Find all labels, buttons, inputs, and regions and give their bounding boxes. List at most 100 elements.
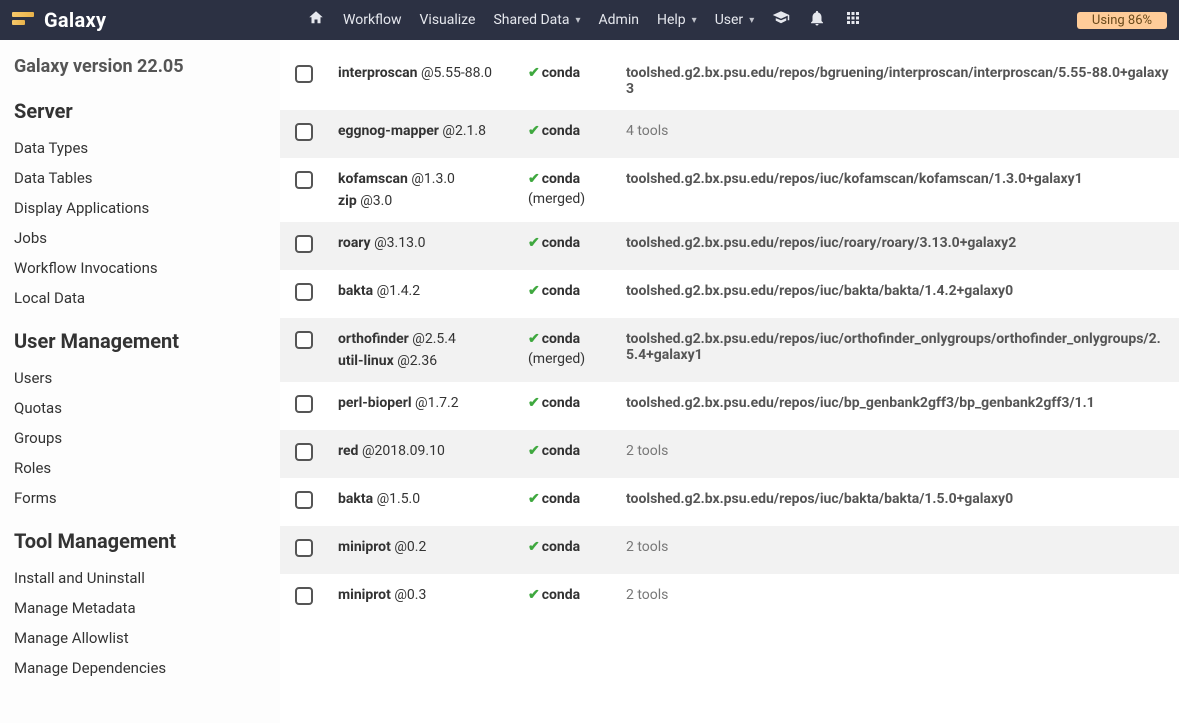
sidebar-item[interactable]: Manage Allowlist: [14, 623, 266, 653]
resolver-cell: ✔conda: [518, 574, 616, 622]
nav-admin[interactable]: Admin: [599, 12, 639, 28]
used-by-cell: toolshed.g2.bx.psu.edu/repos/iuc/bakta/b…: [616, 270, 1179, 318]
brand[interactable]: Galaxy: [12, 8, 307, 32]
table-row: kofamscan @1.3.0zip @3.0✔conda(merged)to…: [280, 158, 1179, 222]
check-icon: ✔: [528, 283, 540, 299]
check-icon: ✔: [528, 331, 540, 347]
check-icon: ✔: [528, 587, 540, 603]
used-by-cell: toolshed.g2.bx.psu.edu/repos/bgruening/i…: [616, 52, 1179, 110]
used-by-cell: toolshed.g2.bx.psu.edu/repos/iuc/bp_genb…: [616, 382, 1179, 430]
nav-links: Workflow Visualize Shared Data Admin Hel…: [307, 9, 1077, 31]
table-row: perl-bioperl @1.7.2✔condatoolshed.g2.bx.…: [280, 382, 1179, 430]
resolver-cell: ✔conda: [518, 382, 616, 430]
row-checkbox[interactable]: [295, 283, 313, 301]
sidebar-item[interactable]: Data Types: [14, 133, 266, 163]
used-by-cell: toolshed.g2.bx.psu.edu/repos/iuc/orthofi…: [616, 318, 1179, 382]
section-header: User Management: [14, 329, 266, 353]
usage-badge[interactable]: Using 86%: [1077, 12, 1167, 29]
used-by-cell: 4 tools: [616, 110, 1179, 158]
row-checkbox[interactable]: [295, 539, 313, 557]
dependency-name: miniprot @0.2: [328, 526, 518, 574]
row-checkbox[interactable]: [295, 123, 313, 141]
topbar: Galaxy Workflow Visualize Shared Data Ad…: [0, 0, 1179, 40]
dependency-name: perl-bioperl @1.7.2: [328, 382, 518, 430]
sidebar-item[interactable]: Groups: [14, 423, 266, 453]
bell-icon[interactable]: [808, 9, 826, 31]
resolver-cell: ✔conda: [518, 478, 616, 526]
row-checkbox[interactable]: [295, 587, 313, 605]
used-by-cell: 2 tools: [616, 574, 1179, 622]
table-row: eggnog-mapper @2.1.8✔conda4 tools: [280, 110, 1179, 158]
section-header: Server: [14, 99, 266, 123]
resolver-cell: ✔conda: [518, 222, 616, 270]
used-by-cell: 2 tools: [616, 526, 1179, 574]
resolver-cell: ✔conda(merged): [518, 158, 616, 222]
check-icon: ✔: [528, 65, 540, 81]
row-checkbox[interactable]: [295, 331, 313, 349]
used-by-cell: toolshed.g2.bx.psu.edu/repos/iuc/roary/r…: [616, 222, 1179, 270]
dependency-name: roary @3.13.0: [328, 222, 518, 270]
section-header: Tool Management: [14, 529, 266, 553]
sidebar-item[interactable]: Quotas: [14, 393, 266, 423]
dependency-name: red @2018.09.10: [328, 430, 518, 478]
sidebar-item[interactable]: Jobs: [14, 223, 266, 253]
resolver-cell: ✔conda: [518, 430, 616, 478]
resolver-cell: ✔conda: [518, 270, 616, 318]
table-row: orthofinder @2.5.4util-linux @2.36✔conda…: [280, 318, 1179, 382]
brand-text: Galaxy: [44, 8, 106, 32]
content: interproscan @5.55-88.0✔condatoolshed.g2…: [280, 40, 1179, 723]
dependency-name: interproscan @5.55-88.0: [328, 52, 518, 110]
table-row: miniprot @0.3✔conda2 tools: [280, 574, 1179, 622]
used-by-cell: 2 tools: [616, 430, 1179, 478]
row-checkbox[interactable]: [295, 491, 313, 509]
nav-shared-data[interactable]: Shared Data: [493, 12, 580, 28]
used-by-cell: toolshed.g2.bx.psu.edu/repos/iuc/kofamsc…: [616, 158, 1179, 222]
sidebar-item[interactable]: Data Tables: [14, 163, 266, 193]
row-checkbox[interactable]: [295, 235, 313, 253]
check-icon: ✔: [528, 491, 540, 507]
resolver-cell: ✔conda: [518, 52, 616, 110]
check-icon: ✔: [528, 171, 540, 187]
topbar-right: Using 86%: [1077, 12, 1167, 29]
graduation-icon[interactable]: [772, 9, 790, 31]
nav-user[interactable]: User: [715, 12, 755, 28]
row-checkbox[interactable]: [295, 65, 313, 83]
dependency-name: eggnog-mapper @2.1.8: [328, 110, 518, 158]
dependency-name: kofamscan @1.3.0zip @3.0: [328, 158, 518, 222]
table-row: red @2018.09.10✔conda2 tools: [280, 430, 1179, 478]
sidebar-item[interactable]: Display Applications: [14, 193, 266, 223]
sidebar-item[interactable]: Roles: [14, 453, 266, 483]
nav-visualize[interactable]: Visualize: [420, 12, 476, 28]
table-row: bakta @1.5.0✔condatoolshed.g2.bx.psu.edu…: [280, 478, 1179, 526]
sidebar-item[interactable]: Forms: [14, 483, 266, 513]
sidebar-item[interactable]: Workflow Invocations: [14, 253, 266, 283]
check-icon: ✔: [528, 395, 540, 411]
resolver-cell: ✔conda: [518, 110, 616, 158]
sidebar-item[interactable]: Local Data: [14, 283, 266, 313]
sidebar: Galaxy version 22.05 Server Data TypesDat…: [0, 40, 280, 723]
row-checkbox[interactable]: [295, 395, 313, 413]
sidebar-item[interactable]: Manage Metadata: [14, 593, 266, 623]
dependency-name: orthofinder @2.5.4util-linux @2.36: [328, 318, 518, 382]
resolver-cell: ✔conda: [518, 526, 616, 574]
check-icon: ✔: [528, 539, 540, 555]
row-checkbox[interactable]: [295, 443, 313, 461]
sidebar-item[interactable]: Users: [14, 363, 266, 393]
table-row: bakta @1.4.2✔condatoolshed.g2.bx.psu.edu…: [280, 270, 1179, 318]
sidebar-item[interactable]: Manage Dependencies: [14, 653, 266, 683]
galaxy-logo-icon: [12, 12, 34, 28]
nav-workflow[interactable]: Workflow: [343, 12, 402, 28]
home-icon[interactable]: [307, 9, 325, 31]
resolver-cell: ✔conda(merged): [518, 318, 616, 382]
dependency-name: bakta @1.4.2: [328, 270, 518, 318]
sidebar-item[interactable]: Install and Uninstall: [14, 563, 266, 593]
table-row: interproscan @5.55-88.0✔condatoolshed.g2…: [280, 52, 1179, 110]
dependency-name: bakta @1.5.0: [328, 478, 518, 526]
nav-help[interactable]: Help: [657, 12, 697, 28]
version-label: Galaxy version 22.05: [14, 56, 266, 77]
check-icon: ✔: [528, 123, 540, 139]
check-icon: ✔: [528, 443, 540, 459]
grid-icon[interactable]: [844, 9, 862, 31]
row-checkbox[interactable]: [295, 171, 313, 189]
table-row: roary @3.13.0✔condatoolshed.g2.bx.psu.ed…: [280, 222, 1179, 270]
